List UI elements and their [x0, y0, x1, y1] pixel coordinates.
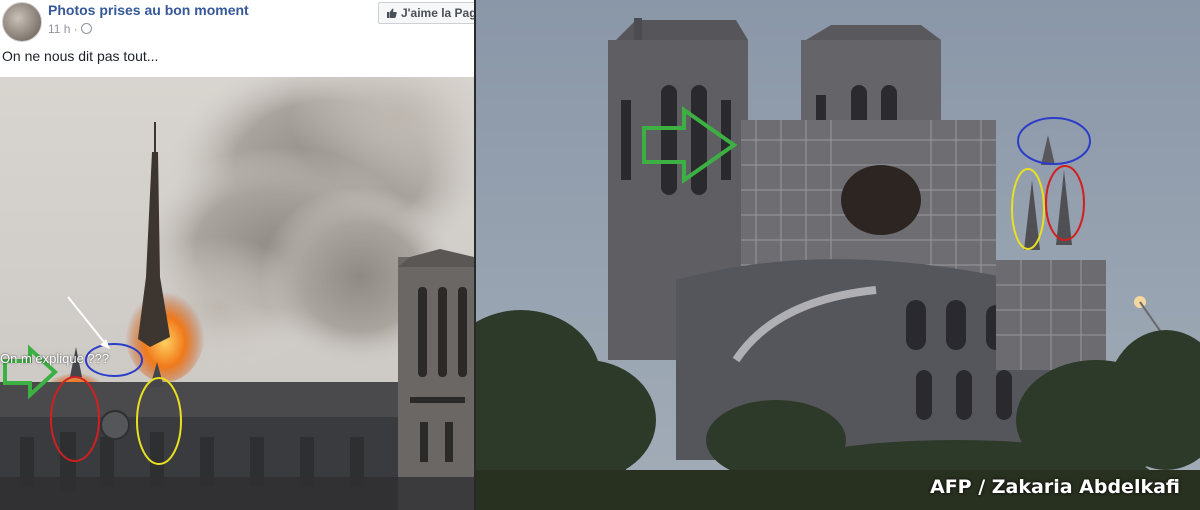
facebook-post: Photos prises au bon moment 11 h · J'aim…	[0, 0, 474, 510]
like-button-label: J'aime la Page	[401, 6, 474, 20]
globe-icon	[80, 23, 92, 34]
post-timestamp[interactable]: 11 h ·	[48, 22, 92, 36]
afp-photo-image	[476, 0, 1200, 510]
page-avatar[interactable]	[2, 2, 42, 42]
photo-credit: AFP / Zakaria Abdelkafi	[930, 476, 1180, 498]
thumbs-up-icon	[387, 8, 397, 18]
post-time: 11 h ·	[48, 22, 78, 36]
fire-photo[interactable]: On m explique ???	[0, 77, 474, 510]
post-header: Photos prises au bon moment 11 h · J'aim…	[0, 0, 474, 76]
post-text: On ne nous dit pas tout...	[2, 48, 159, 64]
page-name-link[interactable]: Photos prises au bon moment	[48, 2, 249, 18]
afp-photo[interactable]: AFP / Zakaria Abdelkafi	[476, 0, 1200, 510]
like-page-button[interactable]: J'aime la Page	[378, 2, 474, 24]
fire-photo-image	[0, 77, 474, 510]
overlay-question-text: On m explique ???	[0, 351, 110, 366]
